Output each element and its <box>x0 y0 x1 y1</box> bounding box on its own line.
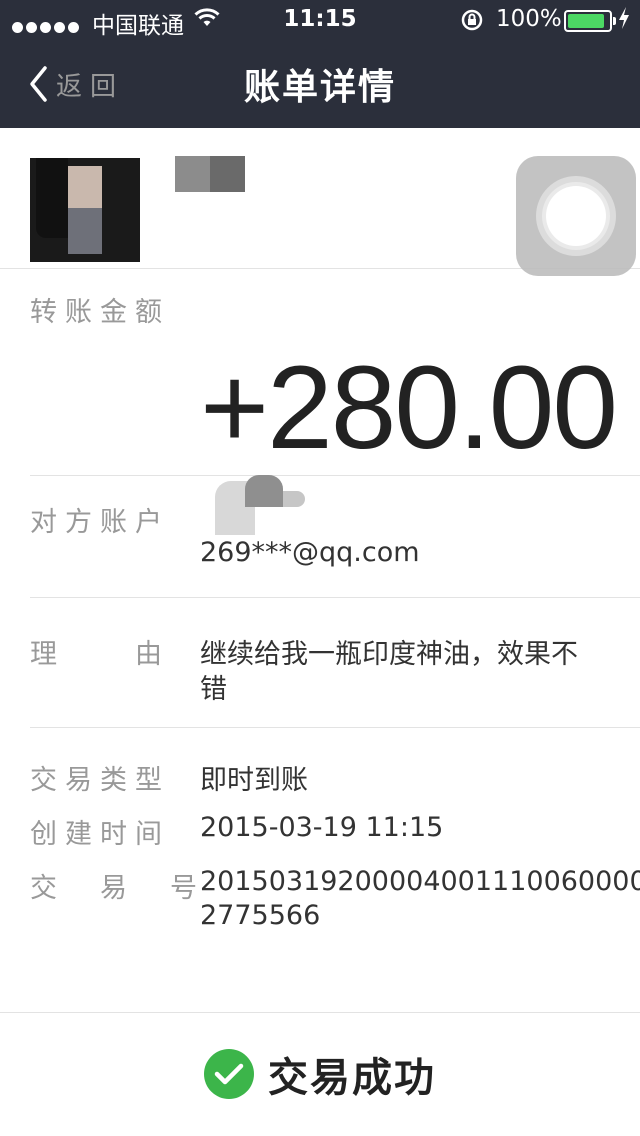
reason-label: 理 由 <box>30 639 170 670</box>
assistive-touch-icon[interactable] <box>516 156 636 276</box>
transaction-status: 交易成功 <box>0 1045 640 1103</box>
check-circle-icon <box>204 1049 254 1099</box>
transaction-type-label: 交易类型 <box>30 765 170 796</box>
reason-value-line-2: 错 <box>200 674 227 705</box>
divider <box>30 475 640 476</box>
transaction-status-text: 交易成功 <box>268 1055 436 1101</box>
blurred-name <box>175 156 245 192</box>
battery-percent: 100% <box>496 6 562 32</box>
amount-value: +280.00 <box>200 342 618 474</box>
top-bar: 中国联通 11:15 100% 返回 账单详情 <box>0 0 640 128</box>
reason-value-line-1: 继续给我一瓶印度神油，效果不 <box>200 639 578 670</box>
created-time-value: 2015-03-19 11:15 <box>200 812 444 843</box>
divider <box>0 1012 640 1013</box>
page-title: 账单详情 <box>243 67 396 108</box>
transaction-number-line-2: 2775566 <box>200 900 321 931</box>
charging-bolt-icon <box>617 6 631 36</box>
divider <box>30 727 640 728</box>
rotation-lock-icon <box>460 8 484 38</box>
amount-label: 转账金额 <box>30 297 170 328</box>
battery-icon <box>564 10 616 32</box>
created-time-label: 创建时间 <box>30 819 170 850</box>
account-label: 对方账户 <box>30 507 170 538</box>
status-bar: 中国联通 11:15 100% <box>0 0 640 40</box>
payer-header <box>0 128 640 276</box>
transaction-number-label: 交 易 号 <box>30 873 205 904</box>
nav-bar: 返回 账单详情 <box>0 40 640 128</box>
transaction-type-value: 即时到账 <box>200 765 308 796</box>
blurred-account-name <box>205 473 305 535</box>
account-value: 269***@qq.com <box>200 537 420 568</box>
transaction-number-line-1: 201503192000040011100600000 <box>200 866 640 897</box>
divider <box>30 597 640 598</box>
avatar[interactable] <box>30 158 140 262</box>
